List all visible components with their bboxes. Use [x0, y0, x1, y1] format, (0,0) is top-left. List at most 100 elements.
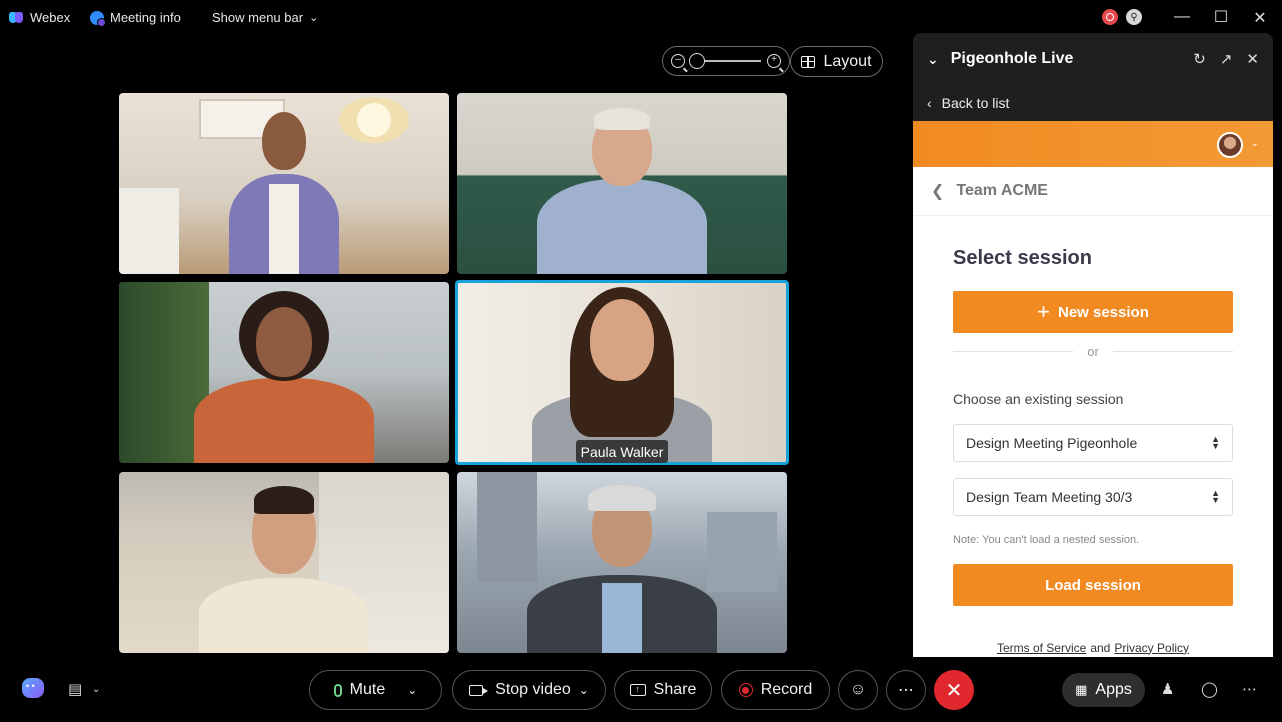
mute-label: Mute: [349, 681, 386, 698]
camera-icon: [469, 684, 489, 696]
reactions-button[interactable]: ☺: [838, 670, 878, 710]
close-window-button[interactable]: ✕: [1250, 8, 1270, 28]
app-name: Webex: [30, 10, 71, 25]
team-back-link[interactable]: ❮ Team ACME: [913, 167, 1273, 216]
participant-video: [184, 486, 384, 653]
video-tile-6[interactable]: [457, 472, 787, 653]
new-session-label: New session: [1057, 303, 1149, 321]
participant-video: [527, 104, 717, 274]
video-tile-5[interactable]: [119, 472, 449, 653]
video-tile-2[interactable]: [457, 93, 787, 274]
video-tile-4-active-speaker[interactable]: [455, 280, 789, 465]
show-menu-bar-button[interactable]: Show menu bar ⌄: [212, 10, 318, 25]
apps-label: Apps: [1095, 681, 1132, 698]
mute-button[interactable]: Mute ⌄: [309, 670, 442, 710]
zoom-out-icon[interactable]: –: [671, 54, 685, 68]
terms-of-service-link[interactable]: Terms of Service: [997, 641, 1086, 655]
layout-button[interactable]: Layout: [790, 46, 883, 77]
or-label: or: [1087, 343, 1099, 359]
session-select[interactable]: Design Meeting Pigeonhole ▲ ▼: [953, 424, 1233, 462]
panel-footer-links: Terms of Service and Privacy Policy: [913, 638, 1273, 657]
pendant-lamp-decoration: [339, 97, 409, 143]
show-menu-bar-label: Show menu bar: [212, 10, 304, 25]
emoji-reaction-icon: ☺: [849, 681, 867, 698]
session-selector: ❮ Team ACME Select session + New session…: [913, 167, 1273, 640]
zoom-slider[interactable]: [689, 53, 761, 69]
zoom-slider-control: – +: [662, 46, 790, 76]
meeting-info-icon: [90, 10, 106, 27]
zoom-slider-handle[interactable]: [689, 53, 705, 69]
microphone-icon: [333, 683, 342, 697]
back-to-list-label: Back to list: [941, 95, 1010, 111]
chevron-down-icon[interactable]: ⌄: [579, 683, 589, 697]
select-arrows-icon: ▲ ▼: [1211, 434, 1220, 451]
participant-video: [184, 291, 384, 463]
captions-icon[interactable]: ▤: [68, 680, 82, 698]
share-screen-icon: ↑: [629, 684, 646, 696]
participant-video: [532, 287, 712, 462]
pigeonhole-header-bar: ⌄: [913, 121, 1273, 167]
close-icon: ✕: [945, 679, 963, 702]
back-to-list-link[interactable]: ‹ Back to list: [913, 85, 1273, 121]
minimize-button[interactable]: —: [1172, 8, 1192, 26]
close-icon[interactable]: ✕: [1246, 50, 1259, 68]
or-divider: or: [953, 343, 1233, 359]
chevron-down-icon[interactable]: ⌄: [407, 683, 417, 697]
subsession-select[interactable]: Design Team Meeting 30/3 ▲ ▼: [953, 478, 1233, 516]
collapse-chevron-icon[interactable]: ⌄: [927, 51, 939, 68]
select-arrows-icon: ▲ ▼: [1211, 488, 1220, 505]
select-session-heading: Select session: [953, 247, 1092, 269]
panel-header: ⌄ Pigeonhole Live ↻ ↗ ✕: [913, 33, 1273, 85]
ellipsis-icon: ⋯: [898, 682, 914, 699]
footer-and-text: and: [1090, 640, 1111, 655]
active-speaker-name-tag: Paula Walker: [576, 440, 668, 463]
recording-indicator-icon[interactable]: [1102, 9, 1118, 25]
participant-video: [229, 104, 339, 274]
chat-icon[interactable]: ◯: [1201, 680, 1218, 698]
participants-icon[interactable]: ♟: [1161, 680, 1174, 698]
share-label: Share: [653, 681, 697, 698]
stop-video-button[interactable]: Stop video ⌄: [452, 670, 606, 710]
stop-video-label: Stop video: [495, 681, 571, 698]
chevron-left-icon: ‹: [927, 95, 932, 111]
choose-existing-label: Choose an existing session: [953, 391, 1124, 407]
privacy-policy-link[interactable]: Privacy Policy: [1114, 641, 1189, 655]
load-session-label: Load session: [1045, 576, 1141, 594]
user-avatar[interactable]: [1217, 132, 1243, 158]
meeting-info-button[interactable]: Meeting info: [90, 10, 181, 27]
more-options-button[interactable]: ⋯: [886, 670, 926, 710]
video-tile-1[interactable]: [119, 93, 449, 274]
video-tile-3[interactable]: [119, 282, 449, 463]
zoom-in-icon[interactable]: +: [767, 54, 781, 68]
new-session-button[interactable]: + New session: [953, 291, 1233, 333]
pigeonhole-live-panel: ⌄ Pigeonhole Live ↻ ↗ ✕ ‹ Back to list ⌄…: [913, 33, 1273, 657]
apps-grid-icon: ▦: [1075, 682, 1088, 697]
title-bar: Webex Meeting info Show menu bar ⌄ ⚲ — ☐…: [0, 0, 1282, 34]
meeting-info-label: Meeting info: [110, 10, 181, 25]
key-icon[interactable]: ⚲: [1126, 9, 1142, 25]
end-call-button[interactable]: ✕: [934, 670, 974, 710]
ai-assistant-icon[interactable]: [22, 678, 44, 698]
subsession-select-value: Design Team Meeting 30/3: [966, 489, 1133, 505]
share-button[interactable]: ↑ Share: [614, 670, 712, 710]
chevron-down-icon[interactable]: ⌄: [1251, 138, 1259, 149]
record-icon: [738, 683, 753, 697]
session-select-value: Design Meeting Pigeonhole: [966, 435, 1138, 451]
load-session-button[interactable]: Load session: [953, 564, 1233, 606]
webex-app-menu[interactable]: Webex: [9, 10, 70, 25]
chevron-down-icon[interactable]: ⌄: [92, 684, 100, 695]
plus-icon: +: [1037, 299, 1050, 324]
pop-out-icon[interactable]: ↗: [1220, 50, 1233, 68]
team-name: Team ACME: [956, 182, 1048, 199]
chevron-down-icon: ⌄: [309, 12, 319, 24]
refresh-icon[interactable]: ↻: [1193, 50, 1206, 68]
record-button[interactable]: Record: [721, 670, 830, 710]
record-label: Record: [760, 681, 813, 698]
more-icon[interactable]: ⋯: [1242, 680, 1257, 698]
grid-icon: [801, 55, 816, 68]
chevron-left-icon: ❮: [931, 183, 945, 200]
layout-label: Layout: [823, 52, 872, 70]
apps-button[interactable]: ▦ Apps: [1062, 673, 1145, 707]
maximize-button[interactable]: ☐: [1211, 7, 1231, 27]
sofa-decoration: [119, 188, 179, 274]
